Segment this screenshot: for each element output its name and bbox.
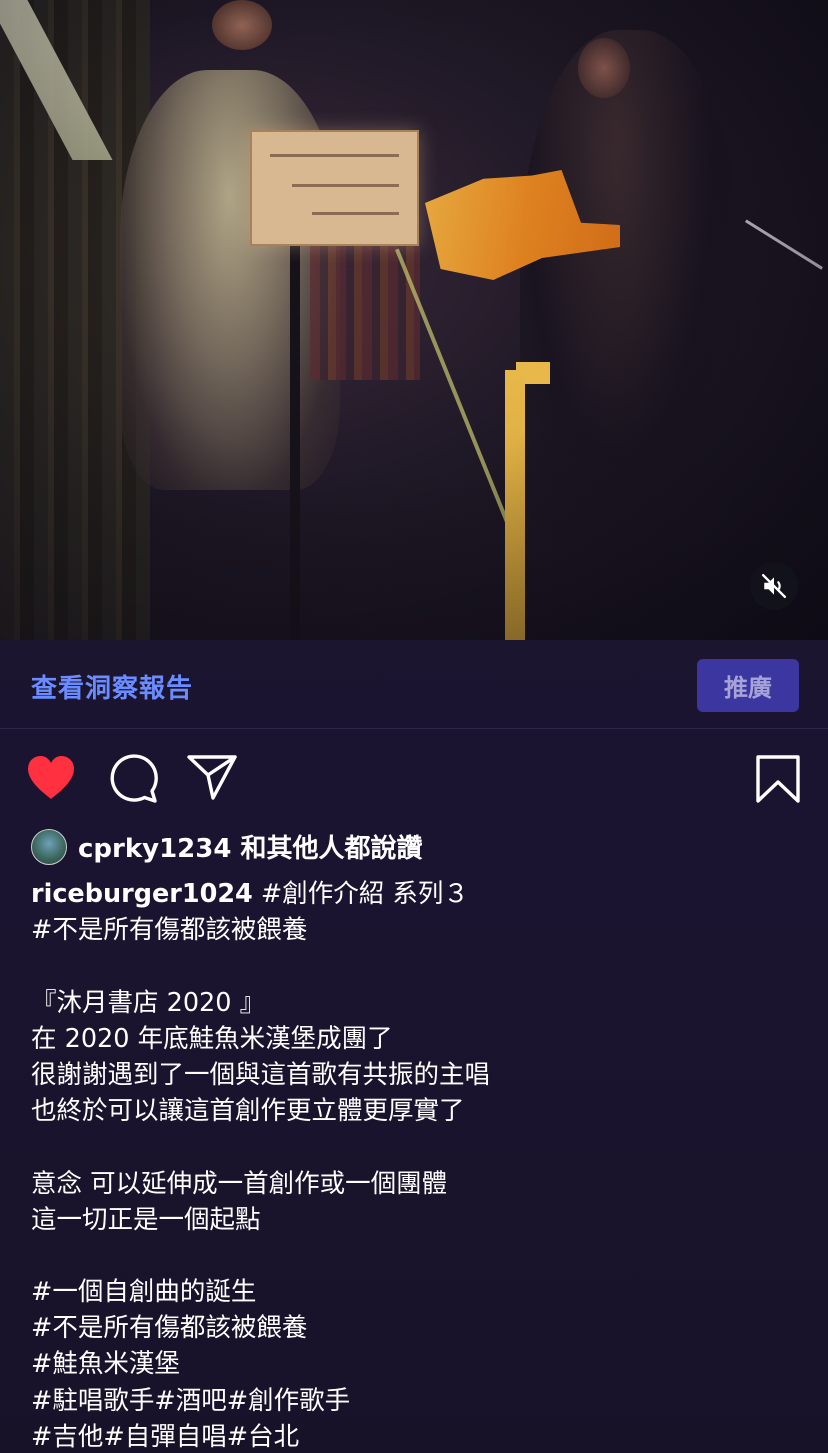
caption-first-line: riceburger1024 #創作介紹 系列３ [31, 876, 811, 912]
post-video[interactable] [0, 0, 828, 640]
speaker-muted-icon [761, 573, 787, 599]
mute-button[interactable] [750, 562, 798, 610]
comment-bubble-icon [110, 754, 158, 803]
caption-username[interactable]: riceburger1024 [31, 879, 253, 909]
caption-line: 這一切正是一個起點 [31, 1204, 261, 1235]
bookmark-icon [756, 755, 800, 803]
caption-hashtag-line[interactable]: #駐唱歌手#酒吧#創作歌手 [31, 1383, 811, 1419]
caption-line[interactable]: #不是所有傷都該被餵養 [31, 912, 811, 948]
post-screen: 查看洞察報告 推廣 cprky1234 和其他人都說讚 riceburger10… [0, 0, 828, 1453]
caption-line: 意念 可以延伸成一首創作或一個團體 [31, 1168, 448, 1199]
avatar[interactable] [31, 829, 67, 865]
promote-button[interactable]: 推廣 [697, 659, 799, 712]
caption-hashtag-line[interactable]: #不是所有傷都該被餵養 [31, 1310, 811, 1346]
caption-hashtag-line[interactable]: #一個自創曲的誕生 [31, 1274, 811, 1310]
save-button[interactable] [755, 754, 801, 808]
caption-text: #創作介紹 系列３ [252, 879, 469, 909]
post-caption: riceburger1024 #創作介紹 系列３ #不是所有傷都該被餵養 『沐月… [31, 876, 811, 1453]
caption-line [31, 1238, 811, 1274]
liker-username[interactable]: cprky1234 [78, 834, 231, 864]
caption-line: 也終於可以讓這首創作更立體更厚實了 [31, 1096, 465, 1127]
caption-line: 在 2020 年底鮭魚米漢堡成團了 [31, 1023, 393, 1054]
share-button[interactable] [186, 753, 238, 805]
caption-hashtag-line[interactable]: #鮭魚米漢堡 [31, 1346, 811, 1382]
caption-line [31, 1129, 811, 1165]
caption-line: 『沐月書店 2020 』 [31, 987, 266, 1018]
caption-line [31, 948, 811, 984]
like-button[interactable] [26, 755, 76, 805]
likes-summary[interactable]: cprky1234 和其他人都說讚 [78, 828, 423, 865]
paper-plane-icon [187, 755, 237, 800]
caption-hashtag-line[interactable]: #吉他#自彈自唱#台北 [31, 1419, 811, 1453]
likes-suffix: 和其他人都說讚 [240, 834, 423, 864]
heart-icon [28, 756, 74, 799]
comment-button[interactable] [108, 754, 158, 808]
view-insights-link[interactable]: 查看洞察報告 [31, 668, 193, 705]
caption-line: 很謝謝遇到了一個與這首歌有共振的主唱 [31, 1059, 491, 1090]
